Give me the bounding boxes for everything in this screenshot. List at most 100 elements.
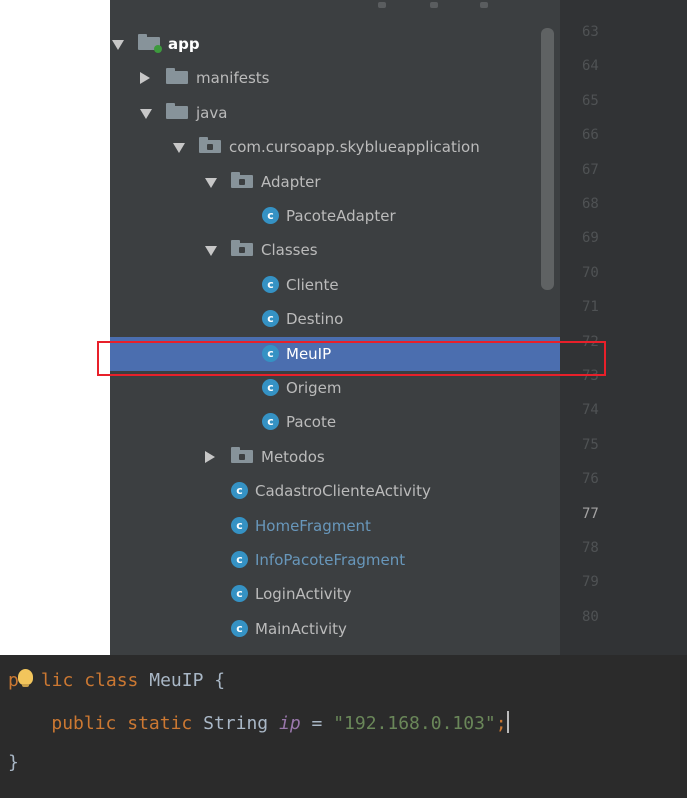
code-editor[interactable]: p lic class MeuIP { public static String … bbox=[0, 655, 687, 798]
line-number: 74 bbox=[582, 402, 599, 419]
line-number-gutter: 63 64 65 66 67 68 69 70 71 72 73 74 75 76 77 78 79 80 bbox=[560, 0, 687, 655]
code-line-3[interactable]: } bbox=[8, 752, 19, 773]
line-number: 80 bbox=[582, 608, 599, 625]
class-icon: c bbox=[231, 482, 248, 500]
line-number: 63 bbox=[582, 24, 599, 40]
tree-item-pacoteadapter[interactable]: c PacoteAdapter bbox=[110, 199, 560, 233]
line-number: 78 bbox=[582, 540, 599, 556]
tree-item-pacote[interactable]: c Pacote bbox=[110, 405, 560, 439]
tree-item-classes[interactable]: Classes bbox=[110, 233, 560, 267]
line-number: 72 bbox=[582, 333, 599, 350]
tree-item-label: Metodos bbox=[261, 447, 325, 466]
tree-item-metodos[interactable]: Metodos bbox=[110, 440, 560, 474]
class-icon: c bbox=[262, 275, 279, 293]
tree-item-destino[interactable]: c Destino bbox=[110, 302, 560, 336]
package-icon bbox=[231, 446, 253, 463]
tree-item-label: Cliente bbox=[286, 275, 339, 294]
line-number: 67 bbox=[582, 161, 599, 178]
line-number: 69 bbox=[582, 230, 599, 247]
line-number: 77 bbox=[582, 505, 599, 522]
line-number: 73 bbox=[582, 368, 599, 384]
collapsed-arrow-icon[interactable] bbox=[140, 72, 150, 85]
keyword-public-end: lic bbox=[40, 670, 74, 691]
assign-operator: = bbox=[311, 713, 323, 734]
tree-item-label: app bbox=[168, 35, 200, 53]
line-number: 65 bbox=[582, 92, 599, 109]
tree-item-label: MeuIP bbox=[286, 344, 332, 363]
line-number: 75 bbox=[582, 436, 599, 453]
class-icon: c bbox=[262, 310, 279, 328]
class-icon: c bbox=[231, 585, 248, 603]
expanded-arrow-icon[interactable] bbox=[205, 177, 217, 188]
open-brace: { bbox=[214, 670, 226, 691]
keyword-public: public bbox=[51, 713, 117, 734]
tree-item-label: com.cursoapp.skyblueapplication bbox=[229, 138, 480, 157]
type-string: String bbox=[203, 713, 269, 734]
code-line-1[interactable]: p lic class MeuIP { bbox=[8, 670, 225, 691]
line-number: 71 bbox=[582, 299, 599, 316]
close-brace: } bbox=[8, 752, 19, 773]
keyword-class: class bbox=[84, 670, 139, 691]
tree-item-label: LoginActivity bbox=[255, 585, 352, 604]
tree-item-app[interactable]: app bbox=[110, 27, 560, 61]
tree-item-label: java bbox=[196, 103, 228, 122]
tree-item-label: Pacote bbox=[286, 413, 337, 432]
class-icon: c bbox=[231, 551, 248, 568]
toolbar-settings-icon[interactable] bbox=[480, 2, 488, 8]
tree-item-infopacotefragment[interactable]: c InfoPacoteFragment bbox=[110, 543, 560, 577]
line-number: 76 bbox=[582, 471, 599, 488]
tree-item-adapter[interactable]: Adapter bbox=[110, 165, 560, 199]
tree-item-meuip[interactable]: c MeuIP bbox=[110, 336, 560, 371]
line-number: 64 bbox=[582, 58, 599, 75]
tree-scrollbar[interactable] bbox=[541, 28, 554, 290]
tree-item-manifests[interactable]: manifests bbox=[110, 61, 560, 95]
tree-item-label: InfoPacoteFragment bbox=[255, 551, 406, 569]
expanded-arrow-icon[interactable] bbox=[112, 40, 124, 50]
class-icon: c bbox=[262, 413, 279, 431]
tree-item-label: Origem bbox=[286, 379, 342, 397]
folder-icon bbox=[166, 68, 188, 85]
tree-item-mainactivity[interactable]: c MainActivity bbox=[110, 612, 560, 646]
toolbar-gear-icon[interactable] bbox=[378, 2, 386, 8]
code-line-2[interactable]: public static String ip = "192.168.0.103… bbox=[8, 711, 509, 734]
class-icon: c bbox=[262, 379, 279, 396]
text-caret bbox=[506, 711, 509, 733]
module-icon bbox=[138, 34, 162, 53]
tree-item-label: Classes bbox=[261, 241, 318, 260]
package-icon bbox=[199, 137, 221, 154]
keyword-static: static bbox=[127, 713, 193, 734]
semicolon: ; bbox=[495, 713, 507, 734]
tree-item-label: HomeFragment bbox=[255, 516, 371, 535]
field-ip: ip bbox=[278, 713, 301, 734]
tree-item-label: manifests bbox=[196, 69, 270, 88]
tree-item-cadastroclienteactivity[interactable]: c CadastroClienteActivity bbox=[110, 474, 560, 508]
tree-toolbar bbox=[110, 0, 560, 14]
expanded-arrow-icon[interactable] bbox=[140, 108, 152, 119]
tree-item-origem[interactable]: c Origem bbox=[110, 371, 560, 405]
class-icon: c bbox=[231, 619, 248, 637]
package-icon bbox=[231, 171, 253, 188]
tree-item-cliente[interactable]: c Cliente bbox=[110, 268, 560, 302]
line-number: 68 bbox=[582, 196, 599, 212]
tree-item-homefragment[interactable]: c HomeFragment bbox=[110, 509, 560, 543]
line-number: 70 bbox=[582, 264, 599, 281]
class-icon: c bbox=[231, 516, 248, 534]
toolbar-collapse-icon[interactable] bbox=[430, 2, 438, 8]
collapsed-arrow-icon[interactable] bbox=[205, 450, 215, 463]
tree-item-com-cursoapp-skyblueapplication[interactable]: com.cursoapp.skyblueapplication bbox=[110, 130, 560, 164]
class-icon: c bbox=[262, 207, 279, 224]
class-icon: c bbox=[262, 344, 279, 362]
module-badge-icon bbox=[154, 45, 162, 53]
tree-item-label: Destino bbox=[286, 310, 344, 329]
keyword-public-start: p bbox=[8, 670, 19, 691]
line-number: 66 bbox=[582, 127, 599, 144]
tree-item-java[interactable]: java bbox=[110, 96, 560, 130]
expanded-arrow-icon[interactable] bbox=[205, 246, 217, 257]
line-number: 79 bbox=[582, 574, 599, 591]
tree-item-loginactivity[interactable]: c LoginActivity bbox=[110, 577, 560, 611]
string-literal: "192.168.0.103" bbox=[333, 713, 496, 734]
tree-item-label: CadastroClienteActivity bbox=[255, 482, 431, 501]
tree-item-label: Adapter bbox=[261, 172, 321, 191]
project-tree-panel: app manifests java com.cursoapp.skyblueappl… bbox=[110, 0, 560, 655]
expanded-arrow-icon[interactable] bbox=[173, 143, 185, 154]
